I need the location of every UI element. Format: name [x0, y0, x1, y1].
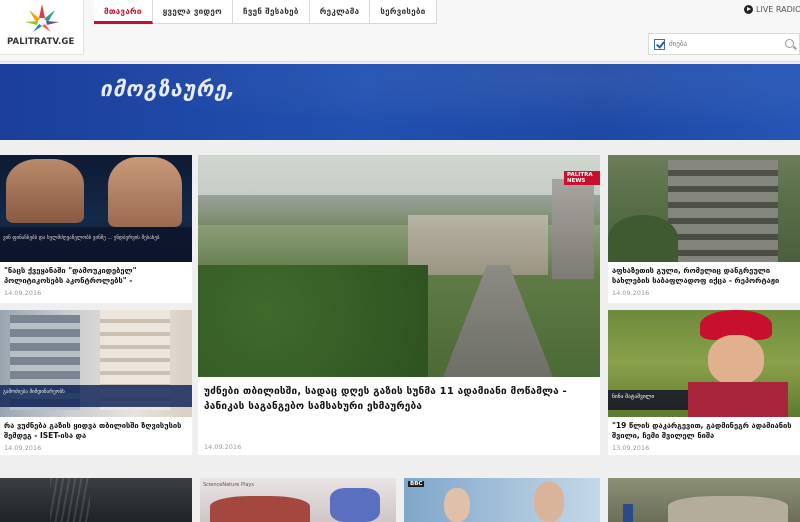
news-card[interactable]: ნინა შატაშვილი "19 წლის დაკარგევით, გადმ…	[608, 310, 800, 455]
featured-news-date: 14.09.2016	[204, 443, 242, 451]
road-image	[443, 265, 553, 377]
featured-news-title[interactable]: უძნები თბილისში, სადაც დღეს გაზის სუნმა …	[204, 384, 594, 414]
nav-item-about[interactable]: ჩვენ შესახებ	[232, 0, 310, 24]
featured-news-card[interactable]: PALITRA NEWS უძნები თბილისში, სადაც დღეს…	[198, 155, 600, 455]
person-image	[623, 504, 633, 522]
site-header: PALITRATV.GE მთავარი ყველა ვიდეო ჩვენ შე…	[0, 0, 800, 62]
city-image	[408, 215, 548, 275]
news-thumbnail: გამოძიება მიმდინარეობს	[0, 310, 192, 417]
search-icon[interactable]	[785, 39, 794, 48]
search-checkbox[interactable]	[654, 39, 665, 50]
news-title[interactable]: "ნაცს ქვეყანაში "დამოუკიდებელ" პოლიტიკოს…	[4, 266, 188, 286]
bbc-label: BBC	[408, 481, 425, 487]
clothing-image	[688, 382, 788, 417]
news-title[interactable]: აფხაზეთის გული, რომელიც დანგრეული სახლებ…	[612, 266, 798, 286]
tissue-image	[210, 496, 310, 522]
news-date: 14.09.2016	[4, 289, 42, 297]
news-card[interactable]: გამოძიება მიმდინარეობს რა ვუძნება გაზის …	[0, 310, 192, 455]
search-box	[648, 33, 800, 55]
palitra-logo-icon	[25, 4, 59, 32]
news-card[interactable]	[608, 478, 800, 522]
news-title[interactable]: "19 წლის დაკარგევით, გადმინეგრ ადამიანის…	[612, 421, 798, 441]
news-card[interactable]	[0, 478, 192, 522]
news-card[interactable]: BBC	[404, 478, 600, 522]
search-input[interactable]	[669, 36, 779, 52]
live-radio-link[interactable]: LIVE RADIO	[744, 5, 800, 14]
page: PALITRATV.GE მთავარი ყველა ვიდეო ჩვენ შე…	[0, 0, 800, 522]
ruined-building-image	[668, 160, 778, 262]
news-title[interactable]: რა ვუძნება გაზის ყიდვა თბილისში ზღვისუსი…	[4, 421, 188, 441]
featured-thumbnail: PALITRA NEWS	[198, 155, 600, 377]
main-nav: მთავარი ყველა ვიდეო ჩვენ შესახებ რეკლამა…	[94, 0, 437, 24]
thumbnail-caption: გამოძიება მიმდინარეობს	[3, 389, 65, 395]
glove-image	[330, 488, 380, 522]
person-image	[108, 157, 182, 227]
thumbnail-caption: ნინა შატაშვილი	[612, 394, 655, 400]
person-image	[6, 159, 84, 223]
nav-item-advertising[interactable]: რეკლამა	[309, 0, 371, 24]
person-image	[444, 488, 470, 522]
logo-text: PALITRATV.GE	[7, 37, 75, 47]
site-logo[interactable]: PALITRATV.GE	[0, 0, 84, 55]
news-date: 14.09.2016	[4, 444, 42, 452]
live-radio-label: LIVE RADIO	[756, 5, 800, 14]
news-thumbnail: ნინა შატაშვილი	[608, 310, 800, 417]
nav-item-all-videos[interactable]: ყველა ვიდეო	[152, 0, 233, 24]
play-icon	[744, 5, 753, 14]
thumbnail-caption: ვინ ფინანსებს და ხელმძღვანელობს ვინმე ..…	[3, 235, 160, 241]
ad-banner[interactable]: იმოგზაურე,	[0, 64, 800, 140]
news-card[interactable]: ScienceNature Plays	[200, 478, 396, 522]
face-image	[708, 335, 764, 385]
source-label: ScienceNature Plays	[203, 482, 254, 488]
nav-item-home[interactable]: მთავარი	[94, 0, 153, 24]
terrain-image	[668, 496, 788, 522]
person-image	[534, 482, 564, 522]
news-date: 14.09.2016	[612, 289, 650, 297]
trees-image	[608, 215, 678, 262]
nav-item-services[interactable]: სერვისები	[370, 0, 437, 24]
news-thumbnail: ვინ ფინანსებს და ხელმძღვანელობს ვინმე ..…	[0, 155, 192, 262]
rain-image	[50, 478, 90, 522]
news-date: 13.09.2016	[612, 444, 650, 452]
tower-image	[552, 179, 594, 279]
caption-bar	[0, 227, 192, 262]
news-card[interactable]: აფხაზეთის გული, რომელიც დანგრეული სახლებ…	[608, 155, 800, 303]
banner-text: იმოგზაურე,	[100, 77, 236, 101]
caption-bar	[608, 390, 688, 410]
palitra-news-badge: PALITRA NEWS	[564, 171, 600, 185]
news-card[interactable]: ვინ ფინანსებს და ხელმძღვანელობს ვინმე ..…	[0, 155, 192, 303]
trees-image	[198, 265, 428, 377]
news-thumbnail	[608, 155, 800, 262]
